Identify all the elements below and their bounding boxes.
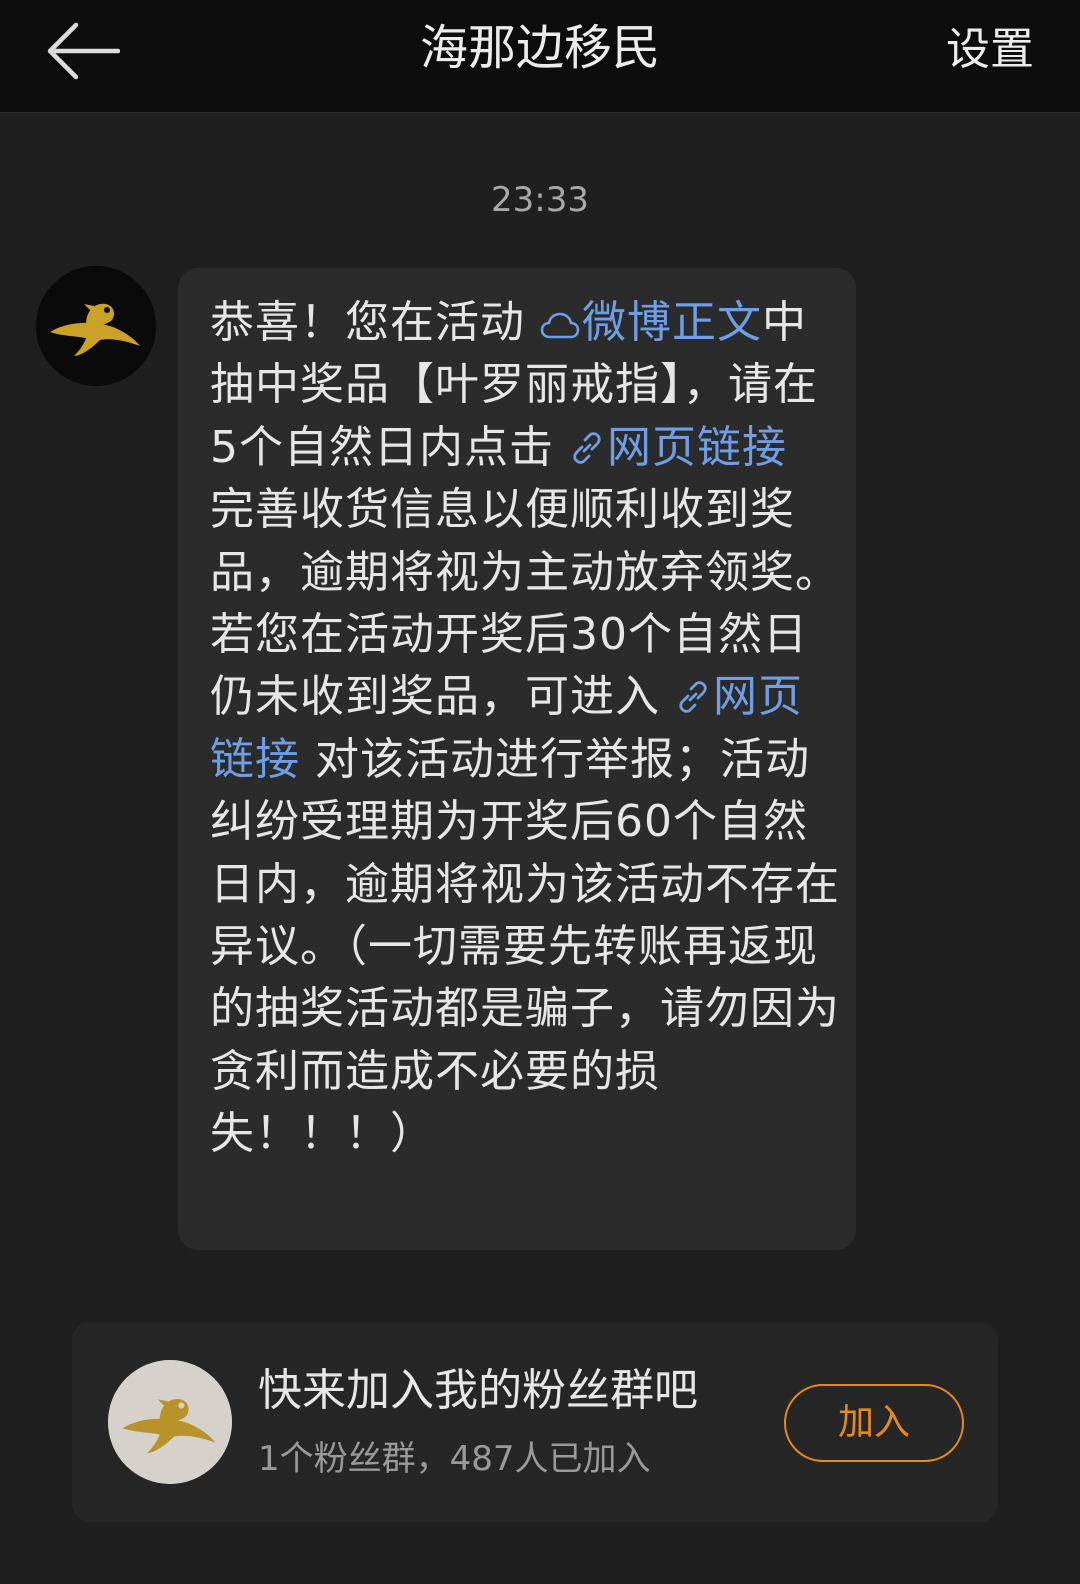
message-timestamp: 23:33 [491,180,589,220]
settings-button[interactable]: 设置 [946,20,1034,80]
weibo-post-link-label: 微博正文 [582,297,762,348]
web-link-1-label: 网页链接 [606,421,787,473]
weibo-post-link[interactable]: 微博正文 [540,297,762,348]
sender-avatar[interactable] [36,266,156,386]
fan-group-subtitle: 1个粉丝群，487人已加入 [258,1439,651,1479]
cloud-icon [540,312,580,339]
fan-group-avatar [108,1360,232,1484]
bird-logo-icon [108,1360,232,1484]
top-bar: 海那边移民 设置 [0,0,1080,113]
link-icon [573,432,601,464]
web-link-1[interactable]: 网页链接 [569,422,787,473]
message-text-part: 恭喜！您在活动 [210,297,540,348]
bird-logo-icon [36,266,156,386]
message-bubble: 恭喜！您在活动 微博正文中抽中奖品【叶罗丽戒指】，请在5个自然日内点击 网页链接… [178,268,856,1250]
message-text: 恭喜！您在活动 微博正文中抽中奖品【叶罗丽戒指】，请在5个自然日内点击 网页链接… [210,292,846,1166]
fan-group-card[interactable]: 快来加入我的粉丝群吧 1个粉丝群，487人已加入 加入 [72,1322,998,1522]
join-button[interactable]: 加入 [784,1384,964,1462]
page-title: 海那边移民 [419,20,660,76]
fan-group-title: 快来加入我的粉丝群吧 [258,1365,698,1416]
link-icon [679,681,707,714]
message-text-part: 对该活动进行举报；活动纠纷受理期为开奖后60个自然日内，逾期将视为该活动不存在异… [210,733,840,1160]
